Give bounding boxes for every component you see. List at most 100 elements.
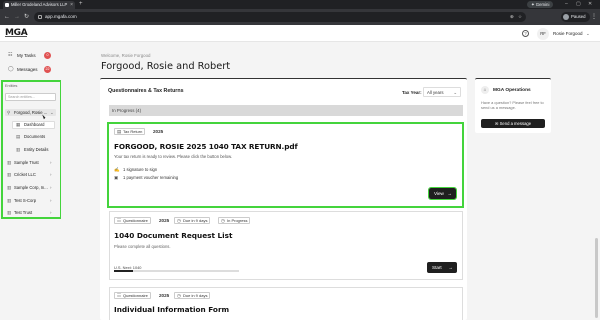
operations-desc: Have a question? Please feel free to sen… — [481, 100, 544, 111]
operations-title: MGA Operations — [493, 88, 531, 93]
list-icon: ☷ — [8, 52, 13, 58]
profile-button[interactable]: Paused — [561, 12, 590, 22]
page-title: Forgood, Rosie and Robert — [101, 61, 231, 72]
grid-icon: ▦ — [16, 122, 21, 127]
entity-label: Test Trust — [14, 210, 33, 215]
browser-menu-icon[interactable]: ⋮ — [591, 12, 597, 22]
status-label: In Progress — [227, 218, 248, 223]
chip-label: Questionnaire — [123, 218, 148, 223]
welcome-text: Welcome, Rosie Forgood — [101, 53, 151, 58]
messages-count-badge: 22 — [44, 66, 51, 73]
tax-return-chip: ▤ Tax Return — [114, 128, 146, 135]
questionnaire-desc: Please complete all questions. — [114, 244, 171, 249]
minimize-button[interactable]: – — [565, 0, 568, 8]
logo-underline — [5, 36, 27, 37]
site-info-icon[interactable] — [38, 15, 42, 19]
pen-icon: ✍ — [114, 167, 120, 172]
app-header — [0, 25, 600, 42]
user-icon: ⚲ — [7, 110, 11, 115]
tax-return-title: FORGOOD, ROSIE 2025 1040 TAX RETURN.pdf — [114, 142, 298, 151]
receipt-icon: ▣ — [114, 175, 119, 180]
chat-icon: ◯ — [8, 66, 14, 72]
chevron-down-icon[interactable]: ⌄ — [50, 110, 54, 116]
due-chip: ◷ Due in 9 days — [174, 292, 211, 299]
in-progress-header[interactable]: In Progress (4) — [109, 105, 463, 116]
view-button[interactable]: View → — [427, 186, 458, 201]
questionnaire-title: 1040 Document Request List — [114, 231, 233, 240]
progress-bar — [114, 270, 239, 272]
avatar[interactable]: RF — [537, 28, 549, 40]
chip-label: Questionnaire — [123, 293, 148, 298]
back-icon[interactable]: ← — [4, 12, 10, 22]
scrollbar[interactable] — [595, 238, 598, 318]
user-name[interactable]: Rosie Forgood — [553, 30, 583, 37]
arrow-right-icon: → — [448, 265, 453, 270]
tax-year-select[interactable]: All years ⌄ — [423, 87, 461, 97]
signature-text: 1 signature to sign — [123, 167, 158, 172]
subitem-label: Dashboard — [24, 122, 45, 127]
status-badge: ◷ In Progress — [218, 217, 251, 224]
questionnaire-chip: ☷ Questionnaire — [114, 217, 151, 224]
entity-label: Sample Corp, In... — [14, 185, 48, 190]
start-button-label: Start — [432, 265, 442, 270]
chevron-down-icon: ⌄ — [453, 90, 457, 95]
chevron-down-icon[interactable]: ⌄ — [586, 30, 590, 37]
close-window-button[interactable]: ✕ — [588, 0, 592, 8]
info-icon: ▥ — [16, 147, 21, 152]
browser-toolbar: ← → ↻ app.mgafa.com ⊕ ☆ Paused ⋮ — [0, 9, 600, 25]
chevron-right-icon[interactable]: › — [50, 185, 52, 191]
forward-icon[interactable]: → — [14, 12, 20, 22]
item-year: 2025 — [153, 129, 164, 134]
maximize-button[interactable]: ▢ — [576, 0, 581, 8]
chevron-right-icon[interactable]: › — [50, 172, 52, 178]
questionnaire-chip: ☷ Questionnaire — [114, 292, 151, 299]
tab-title: Miller Grodeland Advisors LLP — [11, 2, 68, 7]
subitem-label: Entity Details — [24, 147, 49, 152]
entity-label: Cricket LLC — [14, 172, 36, 177]
list-icon: ☷ — [117, 293, 121, 298]
clock-icon: ◷ — [221, 218, 225, 223]
clock-icon: ◷ — [177, 293, 181, 298]
subitem-label: Documents — [24, 134, 46, 139]
clock-icon: ◷ — [177, 218, 181, 223]
voucher-text: 1 payment voucher remaining — [123, 175, 179, 180]
chevron-right-icon[interactable]: › — [50, 198, 52, 204]
questionnaire-title: Individual Information Form — [114, 305, 230, 314]
send-message-button[interactable]: ✉ Send a message — [481, 119, 545, 128]
send-message-label: Send a message — [499, 121, 532, 126]
receipt-icon: ▤ — [117, 129, 122, 134]
due-label: Due in 9 days — [183, 293, 208, 298]
building-icon: ▥ — [7, 172, 12, 177]
gemini-button[interactable]: ✦ Gemini — [527, 1, 554, 8]
due-chip: ◷ Due in 9 days — [174, 217, 211, 224]
item-year: 2025 — [159, 293, 170, 298]
tax-year-label: Tax Year: — [402, 90, 422, 95]
view-button-label: View — [434, 191, 444, 196]
profile-avatar-icon — [563, 14, 569, 20]
chevron-right-icon[interactable]: › — [50, 210, 52, 216]
browser-tab-bar — [0, 0, 600, 9]
translate-icon[interactable]: ⊕ — [510, 12, 514, 22]
new-tab-button[interactable]: + — [79, 1, 83, 8]
progress-bar-fill — [114, 270, 133, 272]
address-bar[interactable]: app.mgafa.com ⊕ ☆ — [34, 12, 526, 22]
star-icon[interactable]: ☆ — [518, 12, 522, 22]
building-icon: ⌂ — [481, 86, 489, 94]
entities-label: Entities — [5, 84, 18, 88]
chip-label: Tax Return — [123, 129, 143, 134]
tax-return-desc: Your tax return is ready to review. Plea… — [114, 154, 233, 159]
chevron-right-icon[interactable]: › — [50, 160, 52, 166]
url-text: app.mgafa.com — [45, 14, 77, 19]
entity-search-input[interactable]: Search entities... — [5, 93, 56, 101]
start-button[interactable]: Start → — [427, 262, 457, 273]
sidebar-item-label: Messages — [17, 67, 38, 72]
profile-status: Paused — [571, 14, 586, 19]
browser-tab[interactable]: Miller Grodeland Advisors LLP × — [3, 1, 75, 9]
card-title: Questionnaires & Tax Returns — [108, 88, 184, 94]
help-icon[interactable]: ? — [522, 30, 529, 37]
close-tab-icon[interactable]: × — [70, 1, 73, 9]
reload-icon[interactable]: ↻ — [24, 12, 29, 22]
tax-year-value: All years — [427, 90, 444, 95]
entity-label: Test S-Corp — [14, 198, 37, 203]
building-icon: ▥ — [7, 198, 12, 203]
